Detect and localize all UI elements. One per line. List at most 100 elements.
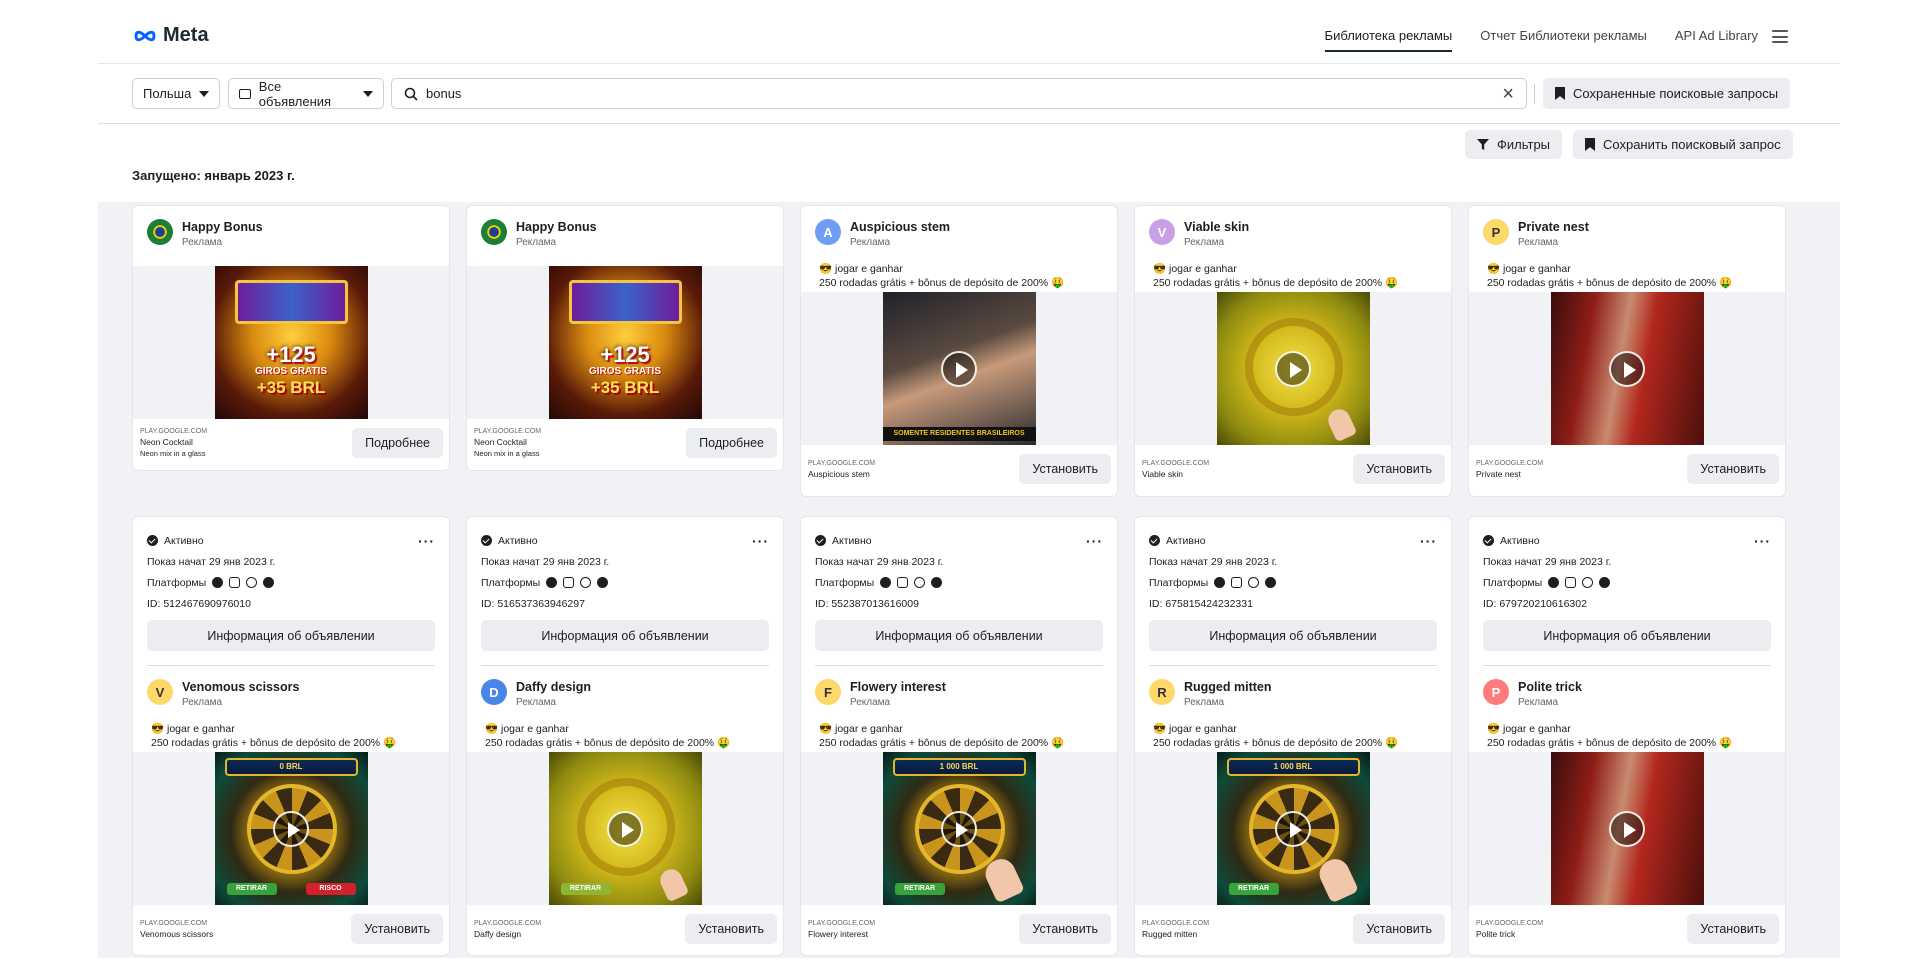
nav-ad-library-report[interactable]: Отчет Библиотеки рекламы xyxy=(1480,28,1647,52)
advertiser-name[interactable]: Rugged mitten xyxy=(1184,680,1272,694)
ad-footer: PLAY.GOOGLE.COM Venomous scissors Установ… xyxy=(133,905,449,953)
country-select[interactable]: Польша xyxy=(132,78,220,109)
ad-details-button[interactable]: Информация об объявлении xyxy=(815,620,1103,651)
saved-searches-button[interactable]: Сохраненные поисковые запросы xyxy=(1543,78,1791,109)
ad-creative-image[interactable]: +125 GIROS GRATIS +35 BRL xyxy=(214,266,368,419)
ad-id: ID: 516537363946297 xyxy=(481,597,585,610)
more-options-icon[interactable]: ··· xyxy=(418,534,435,548)
ad-footer-title: Private nest xyxy=(1476,468,1521,479)
platforms-label: Платформы xyxy=(1483,576,1543,589)
advertiser-name[interactable]: Daffy design xyxy=(516,680,591,694)
play-icon[interactable] xyxy=(273,810,309,847)
facebook-icon xyxy=(1548,577,1560,588)
menu-icon[interactable] xyxy=(1772,30,1788,43)
ad-creative-image[interactable]: +125 GIROS GRATIS +35 BRL xyxy=(548,266,702,419)
ad-header: F Flowery interest Реклама xyxy=(801,666,1117,722)
ad-header: Happy Bonus Реклама xyxy=(133,206,449,266)
creative-subline: GIROS GRATIS xyxy=(588,366,662,377)
advertiser-avatar[interactable]: A xyxy=(815,219,841,245)
slot-reels xyxy=(234,280,348,324)
meta-logo[interactable]: Meta xyxy=(132,24,209,47)
ad-media xyxy=(1135,292,1451,445)
start-date: Показ начат 29 янв 2023 г. xyxy=(815,555,944,568)
play-icon[interactable] xyxy=(941,350,977,387)
more-options-icon[interactable]: ··· xyxy=(1420,534,1437,548)
install-button[interactable]: Установить xyxy=(1687,914,1779,944)
ad-creative-video[interactable]: SOMENTE RESIDENTES BRASILEIROS xyxy=(882,292,1036,445)
ad-text-line: 250 rodadas grátis + bônus de depósito d… xyxy=(1487,737,1733,749)
save-search-button[interactable]: Сохранить поисковый запрос xyxy=(1573,130,1793,159)
ad-creative-video[interactable] xyxy=(1550,292,1704,445)
advertiser-name[interactable]: Private nest xyxy=(1518,220,1589,234)
advertiser-name[interactable]: Auspicious stem xyxy=(850,220,950,234)
creative-withdraw-label: RETIRAR xyxy=(1228,883,1279,895)
active-check-icon xyxy=(1483,535,1494,546)
ad-footer: PLAY.GOOGLE.COM Private nest Установить xyxy=(1469,445,1785,493)
ad-creative-video[interactable]: RETIRAR xyxy=(548,752,702,905)
advertiser-name[interactable]: Flowery interest xyxy=(850,680,946,694)
nav-ad-library[interactable]: Библиотека рекламы xyxy=(1324,28,1453,52)
ad-body-text: 😎 jogar e ganhar 250 rodadas grátis + bôn… xyxy=(467,722,783,752)
nav-api-ad-library[interactable]: API Ad Library xyxy=(1675,28,1758,52)
filters-button[interactable]: Фильтры xyxy=(1465,130,1563,159)
advertiser-name[interactable]: Happy Bonus xyxy=(182,220,263,234)
advertiser-name[interactable]: Venomous scissors xyxy=(182,680,299,694)
advertiser-avatar[interactable]: V xyxy=(1149,219,1175,245)
monitor-icon xyxy=(239,88,251,99)
advertiser-avatar[interactable]: R xyxy=(1149,679,1175,705)
advertiser-avatar[interactable] xyxy=(147,219,173,245)
install-button[interactable]: Установить xyxy=(351,914,443,944)
play-icon[interactable] xyxy=(607,810,643,847)
ad-creative-video[interactable]: 1 000 BRL RETIRAR xyxy=(1216,752,1370,905)
advertiser-avatar[interactable]: D xyxy=(481,679,507,705)
ad-details-button[interactable]: Информация об объявлении xyxy=(1483,620,1771,651)
advertiser-name[interactable]: Happy Bonus xyxy=(516,220,597,234)
ad-id: ID: 679720210616302 xyxy=(1483,597,1587,610)
creative-risk-label: RISCO xyxy=(305,883,356,895)
advertiser-name[interactable]: Polite trick xyxy=(1518,680,1582,694)
ad-details-button[interactable]: Информация об объявлении xyxy=(1149,620,1437,651)
advertiser-avatar[interactable]: P xyxy=(1483,679,1509,705)
install-button[interactable]: Установить xyxy=(1353,454,1445,484)
category-select[interactable]: Все объявления xyxy=(228,78,384,109)
ad-details-button[interactable]: Информация об объявлении xyxy=(147,620,435,651)
ad-domain: PLAY.GOOGLE.COM xyxy=(808,459,876,467)
ad-footer-title: Flowery interest xyxy=(808,928,868,939)
advertiser-name[interactable]: Viable skin xyxy=(1184,220,1249,234)
audience-network-icon xyxy=(914,577,926,588)
ad-creative-video[interactable]: 0 BRL RETIRAR RISCO xyxy=(214,752,368,905)
ad-footer: PLAY.GOOGLE.COM Neon Cocktail Neon mix in … xyxy=(133,419,449,467)
ad-creative-video[interactable]: 1 000 BRL RETIRAR xyxy=(882,752,1036,905)
search-input[interactable] xyxy=(426,86,1495,101)
play-icon[interactable] xyxy=(941,810,977,847)
advertiser-avatar[interactable] xyxy=(481,219,507,245)
ad-creative-video[interactable] xyxy=(1216,292,1370,445)
install-button[interactable]: Установить xyxy=(1353,914,1445,944)
country-select-value: Польша xyxy=(143,86,192,101)
ad-details-button[interactable]: Информация об объявлении xyxy=(481,620,769,651)
more-options-icon[interactable]: ··· xyxy=(752,534,769,548)
filters-label: Фильтры xyxy=(1497,137,1551,152)
play-icon[interactable] xyxy=(1609,810,1645,847)
install-button[interactable]: Установить xyxy=(1019,454,1111,484)
ad-domain: PLAY.GOOGLE.COM xyxy=(140,919,208,927)
more-options-icon[interactable]: ··· xyxy=(1086,534,1103,548)
ad-domain: PLAY.GOOGLE.COM xyxy=(1476,919,1544,927)
advertiser-avatar[interactable]: V xyxy=(147,679,173,705)
ad-creative-video[interactable] xyxy=(1550,752,1704,905)
clear-search-icon[interactable]: × xyxy=(1502,84,1514,104)
learn-more-button[interactable]: Подробнее xyxy=(352,428,443,458)
install-button[interactable]: Установить xyxy=(1019,914,1111,944)
learn-more-button[interactable]: Подробнее xyxy=(686,428,777,458)
ad-text-line: 😎 jogar e ganhar xyxy=(485,723,569,735)
install-button[interactable]: Установить xyxy=(685,914,777,944)
play-icon[interactable] xyxy=(1609,350,1645,387)
advertiser-avatar[interactable]: F xyxy=(815,679,841,705)
ad-meta: Активно ··· Показ начат 29 янв 2023 г. Пл… xyxy=(1135,517,1451,666)
install-button[interactable]: Установить xyxy=(1687,454,1779,484)
advertiser-avatar[interactable]: P xyxy=(1483,219,1509,245)
ad-text-line: 250 rodadas grátis + bônus de depósito d… xyxy=(819,737,1065,749)
play-icon[interactable] xyxy=(1275,810,1311,847)
play-icon[interactable] xyxy=(1275,350,1311,387)
more-options-icon[interactable]: ··· xyxy=(1754,534,1771,548)
